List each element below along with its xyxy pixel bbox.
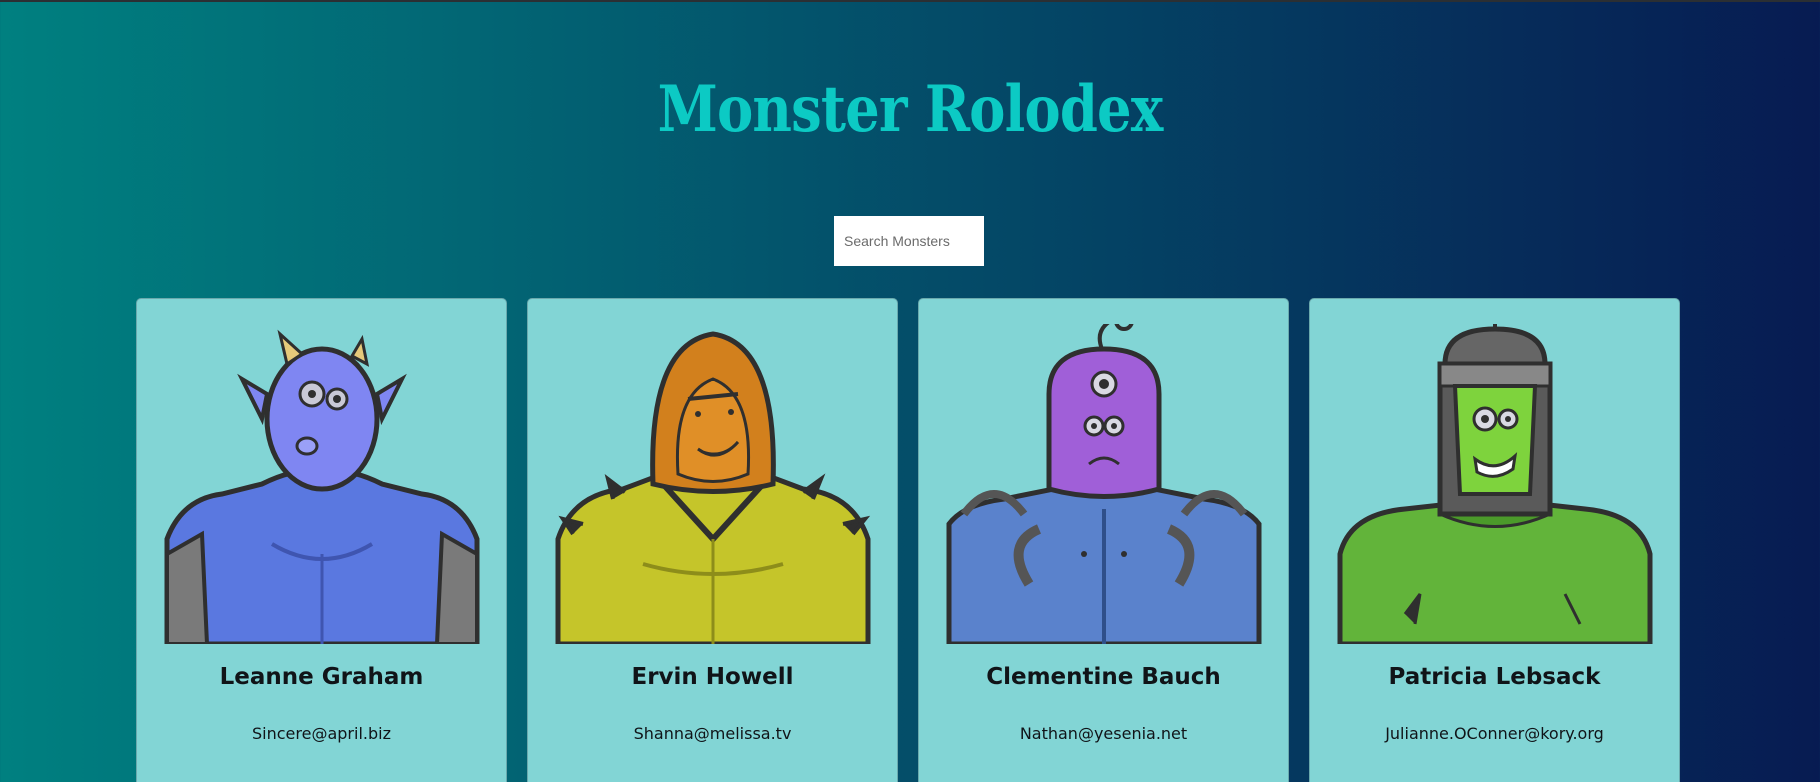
page-title: Monster Rolodex: [657, 72, 1164, 147]
monster-card[interactable]: Ervin Howell Shanna@melissa.tv: [527, 298, 898, 782]
orange-hooded-monster-icon: [555, 331, 870, 644]
monster-email: Sincere@april.biz: [252, 724, 391, 743]
monster-name: Leanne Graham: [219, 664, 424, 690]
green-robot-monster-icon: [1337, 324, 1652, 644]
search-input[interactable]: [834, 216, 984, 266]
monster-card[interactable]: Leanne Graham Sincere@april.biz: [136, 298, 507, 782]
monster-email: Nathan@yesenia.net: [1019, 724, 1188, 743]
monster-name: Clementine Bauch: [986, 664, 1221, 690]
monster-email: Julianne.OConner@kory.org: [1385, 724, 1604, 743]
monster-card[interactable]: Patricia Lebsack Julianne.OConner@kory.o…: [1309, 298, 1680, 782]
purple-three-eyed-monster-icon: [946, 324, 1261, 644]
monster-card[interactable]: Clementine Bauch Nathan@yesenia.net: [918, 298, 1289, 782]
monster-email: Shanna@melissa.tv: [633, 724, 792, 743]
monster-name: Patricia Lebsack: [1388, 664, 1601, 690]
blue-horned-monster-icon: [164, 329, 479, 644]
monster-name: Ervin Howell: [631, 664, 794, 690]
card-list: Leanne Graham Sincere@april.biz Ervin Ho…: [136, 298, 1682, 782]
